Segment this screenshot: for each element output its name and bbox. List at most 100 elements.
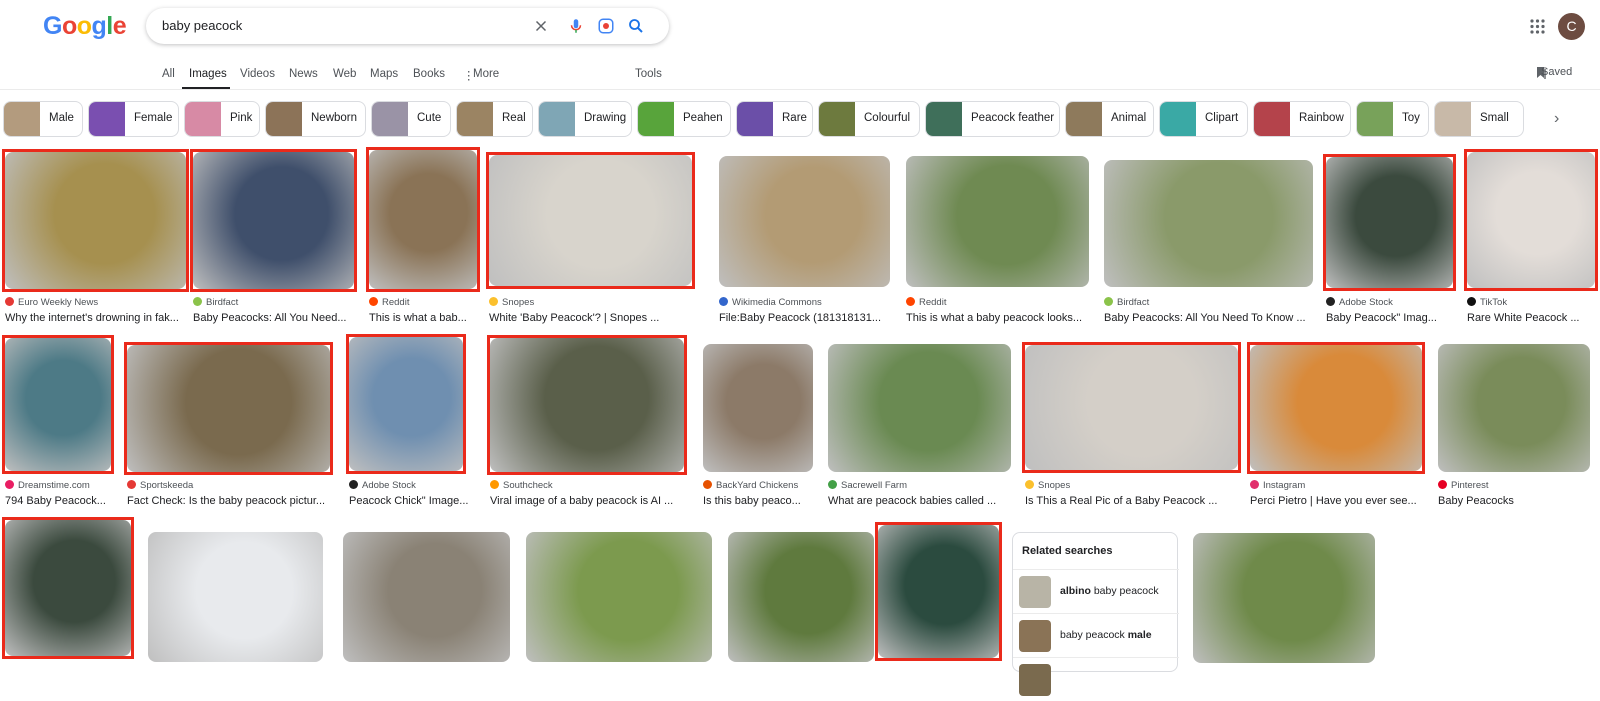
result-thumbnail[interactable] xyxy=(703,344,813,472)
chip-rainbow[interactable]: Rainbow xyxy=(1253,101,1351,137)
chip-toy[interactable]: Toy xyxy=(1356,101,1429,137)
result-thumbnail[interactable] xyxy=(1438,344,1590,472)
account-avatar[interactable]: C xyxy=(1558,13,1585,40)
close-icon[interactable] xyxy=(532,17,550,35)
chip-thumbnail xyxy=(1254,102,1290,136)
chip-newborn[interactable]: Newborn xyxy=(265,101,366,137)
result-title[interactable]: This is what a bab... xyxy=(369,312,489,324)
result-title[interactable]: File:Baby Peacock (181318131... xyxy=(719,312,902,324)
chip-real[interactable]: Real xyxy=(456,101,533,137)
chip-rare[interactable]: Rare xyxy=(736,101,813,137)
tools-button[interactable]: Tools xyxy=(635,68,662,80)
highlight-box xyxy=(2,149,189,292)
result-source[interactable]: Adobe Stock xyxy=(349,480,473,491)
chip-clipart[interactable]: Clipart xyxy=(1159,101,1248,137)
result-title[interactable]: This is what a baby peacock looks... xyxy=(906,312,1101,324)
result-source[interactable]: Snopes xyxy=(1025,480,1248,491)
result-source[interactable]: Reddit xyxy=(369,297,487,308)
chevron-right-icon[interactable]: › xyxy=(1554,110,1559,128)
result-thumbnail[interactable] xyxy=(526,532,712,662)
result-title[interactable]: Why the internet's drowning in fak... xyxy=(5,312,198,324)
source-favicon-icon xyxy=(1326,297,1335,306)
result-source[interactable]: Adobe Stock xyxy=(1326,297,1463,308)
source-favicon-icon xyxy=(193,297,202,306)
tab-all[interactable]: All xyxy=(162,68,175,80)
related-item[interactable]: baby peacock male xyxy=(1013,613,1179,657)
result-thumbnail[interactable] xyxy=(828,344,1011,472)
result-source[interactable]: Snopes xyxy=(489,297,702,308)
chip-drawing[interactable]: Drawing xyxy=(538,101,632,137)
result-title[interactable]: Perci Pietro | Have you ever see... xyxy=(1250,495,1434,507)
result-source[interactable]: Wikimedia Commons xyxy=(719,297,900,308)
result-source[interactable]: Euro Weekly News xyxy=(5,297,196,308)
result-source[interactable]: Instagram xyxy=(1250,480,1432,491)
tab-news[interactable]: News xyxy=(289,68,318,80)
search-tabs: All Images Videos News Web Maps Books ⋮ … xyxy=(0,62,1600,90)
search-icon[interactable] xyxy=(627,17,645,35)
result-thumbnail[interactable] xyxy=(148,532,323,662)
google-logo[interactable]: Google xyxy=(43,12,127,41)
source-favicon-icon xyxy=(1438,480,1447,489)
result-source[interactable]: Birdfact xyxy=(193,297,364,308)
chip-peahen[interactable]: Peahen xyxy=(637,101,731,137)
result-source[interactable]: Sportskeeda xyxy=(127,480,340,491)
tab-videos[interactable]: Videos xyxy=(240,68,275,80)
chip-animal[interactable]: Animal xyxy=(1065,101,1154,137)
chip-peacock-feather[interactable]: Peacock feather xyxy=(925,101,1060,137)
chip-thumbnail xyxy=(539,102,575,136)
chip-label: Peacock feather xyxy=(971,112,1055,124)
result-title[interactable]: Viral image of a baby peacock is AI ... xyxy=(490,495,696,507)
result-thumbnail[interactable] xyxy=(906,156,1089,287)
result-title[interactable]: Baby Peacocks xyxy=(1438,495,1600,507)
tab-images[interactable]: Images xyxy=(189,68,227,80)
result-title[interactable]: Fact Check: Is the baby peacock pictur..… xyxy=(127,495,342,507)
chip-small[interactable]: Small xyxy=(1434,101,1524,137)
result-title[interactable]: Peacock Chick" Image... xyxy=(349,495,475,507)
tab-books[interactable]: Books xyxy=(413,68,445,80)
result-source[interactable]: Pinterest xyxy=(1438,480,1600,491)
chip-cute[interactable]: Cute xyxy=(371,101,451,137)
result-source[interactable]: Birdfact xyxy=(1104,297,1323,308)
result-title[interactable]: Rare White Peacock ... xyxy=(1467,312,1600,324)
result-title[interactable]: Baby Peacocks: All You Need To Know ... xyxy=(1104,312,1325,324)
result-source[interactable]: Reddit xyxy=(906,297,1099,308)
chip-male[interactable]: Male xyxy=(3,101,83,137)
result-title[interactable]: Baby Peacock" Imag... xyxy=(1326,312,1465,324)
result-source[interactable]: Dreamstime.com xyxy=(5,480,121,491)
apps-grid-icon[interactable] xyxy=(1530,19,1545,34)
result-title[interactable]: Is This a Real Pic of a Baby Peacock ... xyxy=(1025,495,1250,507)
chip-pink[interactable]: Pink xyxy=(184,101,260,137)
source-favicon-icon xyxy=(719,297,728,306)
result-source[interactable]: Sacrewell Farm xyxy=(828,480,1021,491)
result-source[interactable]: BackYard Chickens xyxy=(703,480,823,491)
related-item[interactable] xyxy=(1013,657,1179,701)
tab-web[interactable]: Web xyxy=(333,68,356,80)
result-title[interactable]: White 'Baby Peacock'? | Snopes ... xyxy=(489,312,704,324)
lens-icon[interactable] xyxy=(597,17,615,35)
chip-label: Clipart xyxy=(1205,112,1239,124)
chip-female[interactable]: Female xyxy=(88,101,179,137)
result-thumbnail[interactable] xyxy=(1193,533,1375,663)
result-thumbnail[interactable] xyxy=(728,532,874,662)
related-item[interactable]: albino baby peacock xyxy=(1013,569,1179,613)
result-thumbnail[interactable] xyxy=(719,156,890,287)
tab-more[interactable]: More xyxy=(473,68,499,80)
mic-icon[interactable] xyxy=(567,17,585,35)
tab-maps[interactable]: Maps xyxy=(370,68,398,80)
result-source[interactable]: Southcheck xyxy=(490,480,694,491)
result-title[interactable]: Is this baby peaco... xyxy=(703,495,825,507)
highlight-box xyxy=(2,335,114,474)
search-box[interactable]: baby peacock xyxy=(146,8,669,44)
chip-colourful[interactable]: Colourful xyxy=(818,101,920,137)
search-input[interactable]: baby peacock xyxy=(162,18,242,33)
result-title[interactable]: Baby Peacocks: All You Need... xyxy=(193,312,366,324)
source-favicon-icon xyxy=(369,297,378,306)
result-source[interactable]: TikTok xyxy=(1467,297,1600,308)
chip-thumbnail xyxy=(819,102,855,136)
result-title[interactable]: What are peacock babies called ... xyxy=(828,495,1023,507)
result-thumbnail[interactable] xyxy=(1104,160,1313,287)
chip-thumbnail xyxy=(926,102,962,136)
result-thumbnail[interactable] xyxy=(343,532,510,662)
saved-link[interactable]: Saved xyxy=(1541,66,1572,78)
result-title[interactable]: 794 Baby Peacock... xyxy=(5,495,123,507)
